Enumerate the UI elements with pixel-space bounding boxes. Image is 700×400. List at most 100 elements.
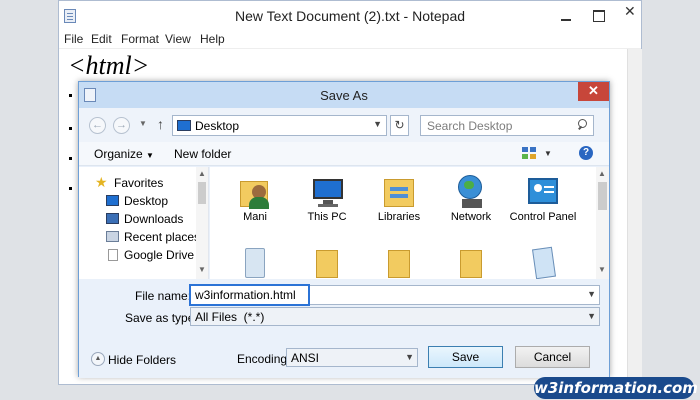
menu-edit[interactable]: Edit [91,32,112,46]
recent-locations-chevron-icon[interactable]: ▼ [139,119,147,128]
back-arrow-icon[interactable]: ← [89,117,106,134]
chevron-down-icon[interactable]: ▼ [544,149,552,158]
organize-button[interactable]: Organize ▼ [94,147,154,161]
network-icon [454,175,488,209]
hide-folders-label: Hide Folders [108,353,177,367]
chevron-down-icon[interactable]: ▼ [587,289,596,299]
chevron-down-icon[interactable]: ▼ [405,352,414,362]
minimize-icon[interactable] [557,9,575,23]
close-icon: ✕ [588,83,599,98]
forward-arrow-icon[interactable]: → [113,117,130,134]
notepad-title: New Text Document (2).txt - Notepad [234,8,466,24]
file-label: Mani [243,211,267,223]
new-folder-button[interactable]: New folder [174,147,231,161]
desktop-icon [177,120,191,131]
change-view-icon[interactable] [522,147,538,161]
file-name-label: File name: [135,289,192,303]
save-as-dialog: Save As ✕ ← → ▼ ↑ Desktop ▼ ↻ Search Des… [78,81,610,378]
text-fragment [69,127,72,130]
menu-help[interactable]: Help [200,32,225,46]
encoding-select[interactable]: ANSI ▼ [286,348,418,367]
address-row: ← → ▼ ↑ Desktop ▼ ↻ Search Desktop [79,108,609,142]
search-placeholder: Search Desktop [427,119,513,133]
organize-label: Organize [94,147,143,161]
dialog-close-button[interactable]: ✕ [578,82,609,101]
dialog-toolbar: Organize ▼ New folder ▼ ? [79,142,609,166]
file-item-mani[interactable]: Mani [220,175,290,224]
chevron-down-icon[interactable]: ▼ [373,119,382,129]
save-as-type-label: Save as type: [125,311,198,325]
background-left [0,0,58,400]
libraries-icon [382,175,416,209]
notepad-scrollbar[interactable] [627,49,642,385]
dialog-bottom-area: File name: w3information.html ▼ Save as … [79,279,609,378]
maximize-icon[interactable] [590,7,608,23]
nav-scrollbar[interactable]: ▲ ▼ [196,167,208,279]
google-drive-icon [108,249,118,261]
save-as-type-value: All Files (*.*) [195,310,265,324]
notepad-menubar: File Edit Format View Help [59,31,641,49]
chevron-down-icon: ▼ [146,151,154,160]
cancel-button[interactable]: Cancel [515,346,590,368]
nav-item-desktop[interactable]: Desktop [79,192,208,210]
dialog-titlebar[interactable]: Save As ✕ [79,82,609,108]
notepad-titlebar[interactable]: New Text Document (2).txt - Notepad [59,1,641,31]
scroll-thumb[interactable] [598,182,607,210]
file-item-recycle-bin[interactable] [220,244,290,278]
scroll-thumb[interactable] [198,182,206,204]
save-button[interactable]: Save [428,346,503,368]
file-item-folder[interactable] [436,244,506,278]
search-icon[interactable] [577,119,588,130]
watermark-logo: w3information.com [534,377,698,399]
up-arrow-icon[interactable]: ↑ [157,116,164,132]
file-item-this-pc[interactable]: This PC [292,175,362,224]
notepad-file-icon [526,244,560,280]
nav-item-favorites[interactable]: ★ Favorites [79,174,208,192]
file-label: Network [450,211,492,223]
file-label: This PC [307,211,347,223]
file-label: Control Panel [509,211,577,223]
folder-icon [454,244,488,278]
navigation-pane: ★ Favorites Desktop Downloads Recent pla… [79,167,209,279]
close-icon[interactable] [617,1,643,25]
chevron-down-icon[interactable]: ▼ [587,311,596,321]
recycle-bin-icon [238,244,272,278]
file-item-folder[interactable] [364,244,434,278]
file-item-text-file[interactable] [508,244,578,280]
address-bar[interactable]: Desktop ▼ [172,115,387,136]
menu-view[interactable]: View [165,32,191,46]
recent-places-icon [106,231,119,242]
desktop-icon [106,195,119,206]
search-input[interactable]: Search Desktop [420,115,594,136]
nav-label: Favorites [114,176,164,190]
file-item-network[interactable]: Network [436,175,506,224]
scroll-down-icon[interactable]: ▼ [598,265,606,274]
folder-icon [310,244,344,278]
help-icon[interactable]: ? [579,146,593,160]
address-text: Desktop [195,119,240,133]
file-list-scrollbar[interactable]: ▲ ▼ [596,167,609,279]
star-icon: ★ [95,174,108,190]
downloads-icon [106,213,119,224]
user-folder-icon [238,175,272,209]
scroll-down-icon[interactable]: ▼ [198,265,206,274]
text-fragment [69,187,72,190]
menu-file[interactable]: File [64,32,83,46]
file-item-folder[interactable] [292,244,362,278]
nav-item-downloads[interactable]: Downloads [79,210,208,228]
refresh-icon[interactable]: ↻ [390,115,409,136]
scroll-up-icon[interactable]: ▲ [598,169,606,178]
encoding-label: Encoding: [237,352,291,366]
notepad-text-content[interactable]: <html> [68,51,149,81]
scroll-up-icon[interactable]: ▲ [198,169,206,178]
nav-item-recent-places[interactable]: Recent places [79,228,208,246]
nav-item-google-drive[interactable]: Google Drive [79,246,208,264]
file-item-libraries[interactable]: Libraries [364,175,434,224]
background-right [642,0,700,400]
save-as-type-select[interactable]: All Files (*.*) ▼ [190,307,600,326]
dialog-title: Save As [320,88,368,103]
file-item-control-panel[interactable]: Control Panel [508,175,578,224]
menu-format[interactable]: Format [121,32,159,46]
file-list-pane: Mani This PC Libraries Network Control P… [210,167,609,280]
encoding-value: ANSI [291,351,320,365]
